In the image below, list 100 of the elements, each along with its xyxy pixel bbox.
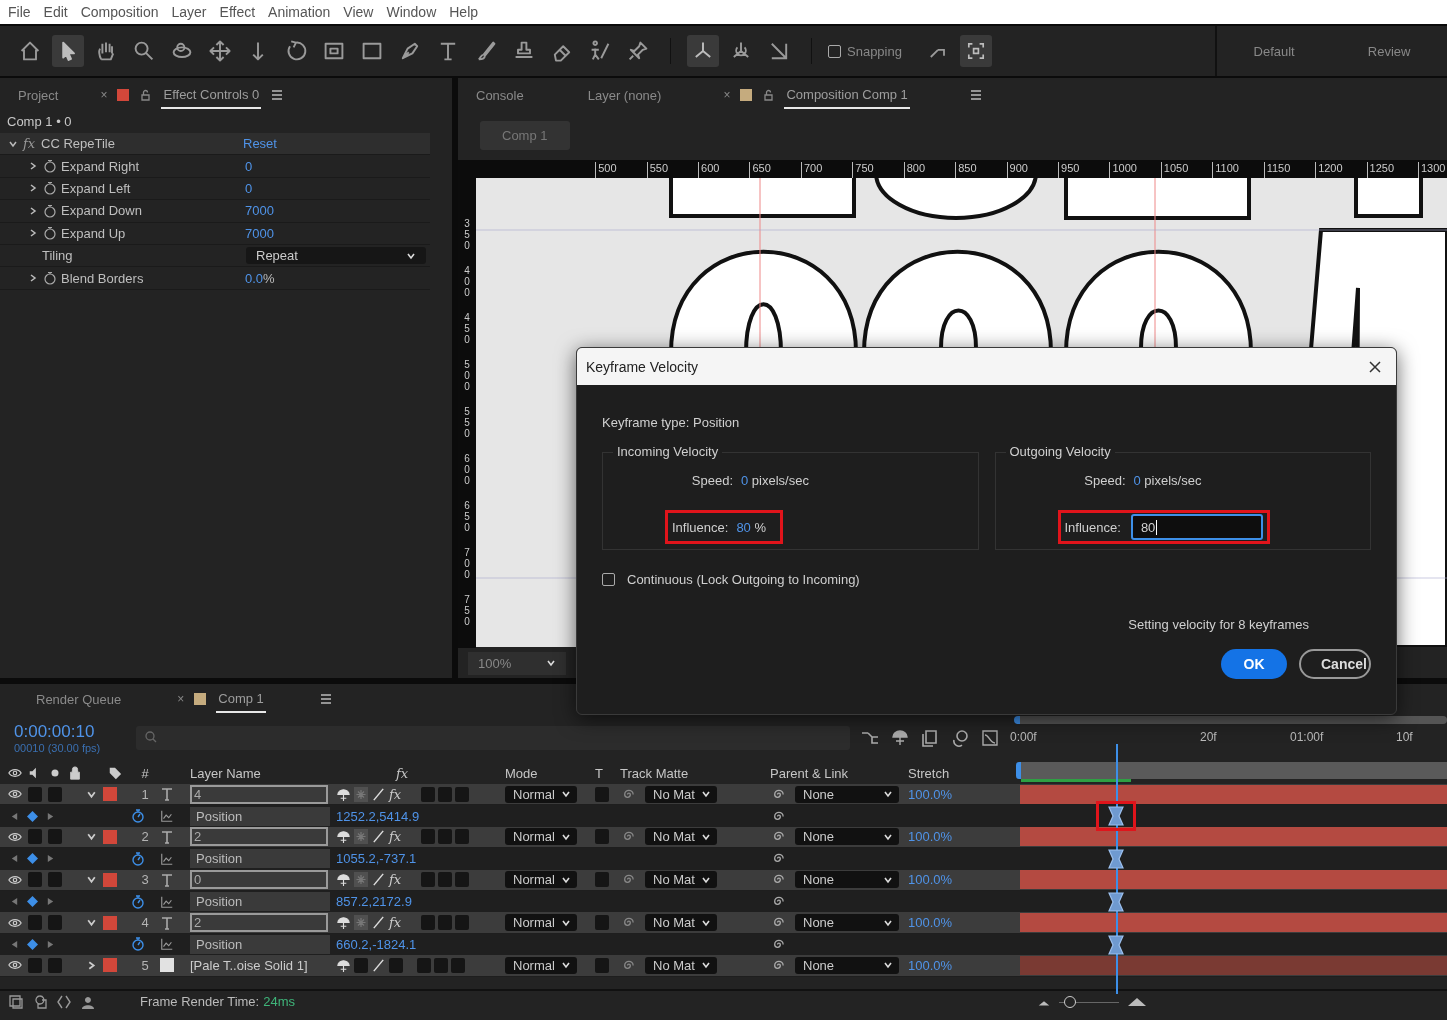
switch-box[interactable] (354, 957, 368, 973)
switch-box[interactable] (421, 786, 435, 802)
label-color[interactable] (103, 872, 117, 887)
parent-dropdown[interactable]: None (795, 871, 899, 889)
switch-box[interactable] (48, 957, 62, 973)
stopwatch-icon[interactable] (130, 893, 146, 910)
caret-icon[interactable] (28, 161, 38, 172)
menu-item[interactable]: Animation (268, 4, 331, 20)
graph-icon[interactable] (160, 809, 174, 824)
caret-icon[interactable] (86, 917, 97, 929)
keyframe-diamond-icon[interactable] (27, 938, 38, 950)
menu-item[interactable]: Help (449, 4, 479, 20)
mode-dropdown[interactable]: Normal (505, 828, 577, 846)
panel-tab[interactable]: Effect Controls 0 (161, 81, 262, 109)
switch-box[interactable] (455, 872, 469, 888)
switch-box[interactable] (438, 915, 452, 931)
next-keyframe-icon[interactable] (46, 854, 55, 864)
switch-box[interactable] (28, 872, 42, 888)
lock-icon[interactable] (762, 89, 775, 101)
label-color[interactable] (103, 958, 117, 973)
track-matte-dropdown[interactable]: No Mat (645, 914, 717, 932)
property-value[interactable]: 0 (245, 180, 253, 196)
grid-snap-icon[interactable] (959, 35, 992, 67)
lock-icon[interactable] (139, 89, 152, 101)
reset-link[interactable]: Reset (243, 136, 277, 152)
panel-tab[interactable]: Comp 1 (216, 685, 266, 713)
switch-box[interactable] (28, 915, 42, 931)
switch-box[interactable] (455, 829, 469, 845)
mode-dropdown[interactable]: Normal (505, 871, 577, 889)
switch-box[interactable] (28, 957, 42, 973)
menu-icon[interactable] (271, 89, 284, 101)
graph-icon[interactable] (160, 851, 174, 866)
panel-tab[interactable]: Project (16, 82, 61, 108)
continuous-checkbox[interactable] (602, 573, 615, 586)
caret-icon[interactable] (28, 205, 38, 216)
quality-slash-icon[interactable] (371, 957, 386, 973)
switch-box[interactable] (595, 829, 609, 845)
menu-item[interactable]: Layer (171, 4, 207, 20)
switch-box[interactable] (28, 829, 42, 845)
property-value[interactable]: 7000 (245, 225, 274, 241)
panel-tab[interactable]: Render Queue (34, 686, 124, 712)
property-value[interactable]: 7000 (245, 203, 274, 219)
stopwatch-icon[interactable] (43, 181, 57, 196)
stopwatch-icon[interactable] (130, 936, 146, 953)
property-value[interactable]: 1252.2,5414.9 (336, 808, 420, 824)
switch-box[interactable] (595, 872, 609, 888)
switch-box[interactable] (389, 957, 403, 973)
caret-icon[interactable] (28, 273, 38, 284)
fx-label[interactable]: fx (389, 872, 407, 888)
next-keyframe-icon[interactable] (46, 897, 55, 907)
menu-item[interactable]: Window (386, 4, 437, 20)
stopwatch-icon[interactable] (43, 271, 57, 286)
menu-icon[interactable] (319, 693, 332, 705)
menu-item[interactable]: File (8, 4, 31, 20)
shy-icon[interactable] (336, 829, 351, 845)
previous-keyframe-icon[interactable] (10, 897, 19, 907)
brackets-icon[interactable] (56, 993, 72, 1010)
stretch-value[interactable]: 100.0% (908, 957, 953, 973)
shy-icon[interactable] (336, 915, 351, 931)
label-color[interactable] (103, 787, 117, 802)
layers-icon[interactable] (32, 993, 48, 1010)
switch-box[interactable] (455, 915, 469, 931)
keyframe-diamond-icon[interactable] (27, 896, 38, 908)
switch-box[interactable] (48, 872, 62, 888)
timecode[interactable]: 0:00:00:10 (14, 722, 136, 742)
parent-dropdown[interactable]: None (795, 828, 899, 846)
tiling-dropdown[interactable]: Repeat (246, 247, 426, 265)
workspace-tab[interactable]: Default (1253, 43, 1295, 59)
switch-box[interactable] (421, 872, 435, 888)
previous-keyframe-icon[interactable] (10, 939, 19, 949)
mode-dropdown[interactable]: Normal (505, 956, 577, 974)
mode-dropdown[interactable]: Normal (505, 785, 577, 803)
switch-box[interactable] (421, 915, 435, 931)
previous-keyframe-icon[interactable] (10, 811, 19, 821)
parent-dropdown[interactable]: None (795, 785, 899, 803)
property-value[interactable]: 857.2,2172.9 (336, 894, 412, 910)
stopwatch-icon[interactable] (130, 850, 146, 867)
stopwatch-icon[interactable] (43, 226, 57, 241)
mode-dropdown[interactable]: Normal (505, 914, 577, 932)
switch-box[interactable] (455, 786, 469, 802)
influence-field[interactable]: 80 (1130, 514, 1263, 540)
track-matte-dropdown[interactable]: No Mat (645, 871, 717, 889)
switch-box[interactable] (48, 915, 62, 931)
quality-slash-icon[interactable] (371, 829, 386, 845)
fx-label[interactable]: fx (389, 786, 407, 802)
property-value[interactable]: 660.2,-1824.1 (336, 936, 417, 952)
influence-value[interactable]: 80 % (736, 519, 766, 535)
parent-dropdown[interactable]: None (795, 956, 899, 974)
switch-box[interactable] (48, 829, 62, 845)
stretch-value[interactable]: 100.0% (908, 786, 953, 802)
menu-item[interactable]: View (343, 4, 374, 20)
track-matte-dropdown[interactable]: No Mat (645, 828, 717, 846)
property-value[interactable]: 0.0% (245, 270, 275, 286)
quality-slash-icon[interactable] (371, 915, 386, 931)
slider-thumb[interactable] (1064, 995, 1076, 1008)
panel-tab[interactable]: Composition Comp 1 (784, 81, 910, 109)
quality-slash-icon[interactable] (371, 786, 386, 802)
fx-label[interactable]: fx (389, 915, 407, 931)
caret-icon[interactable] (86, 831, 97, 843)
motion-blur-icon[interactable] (950, 728, 970, 748)
